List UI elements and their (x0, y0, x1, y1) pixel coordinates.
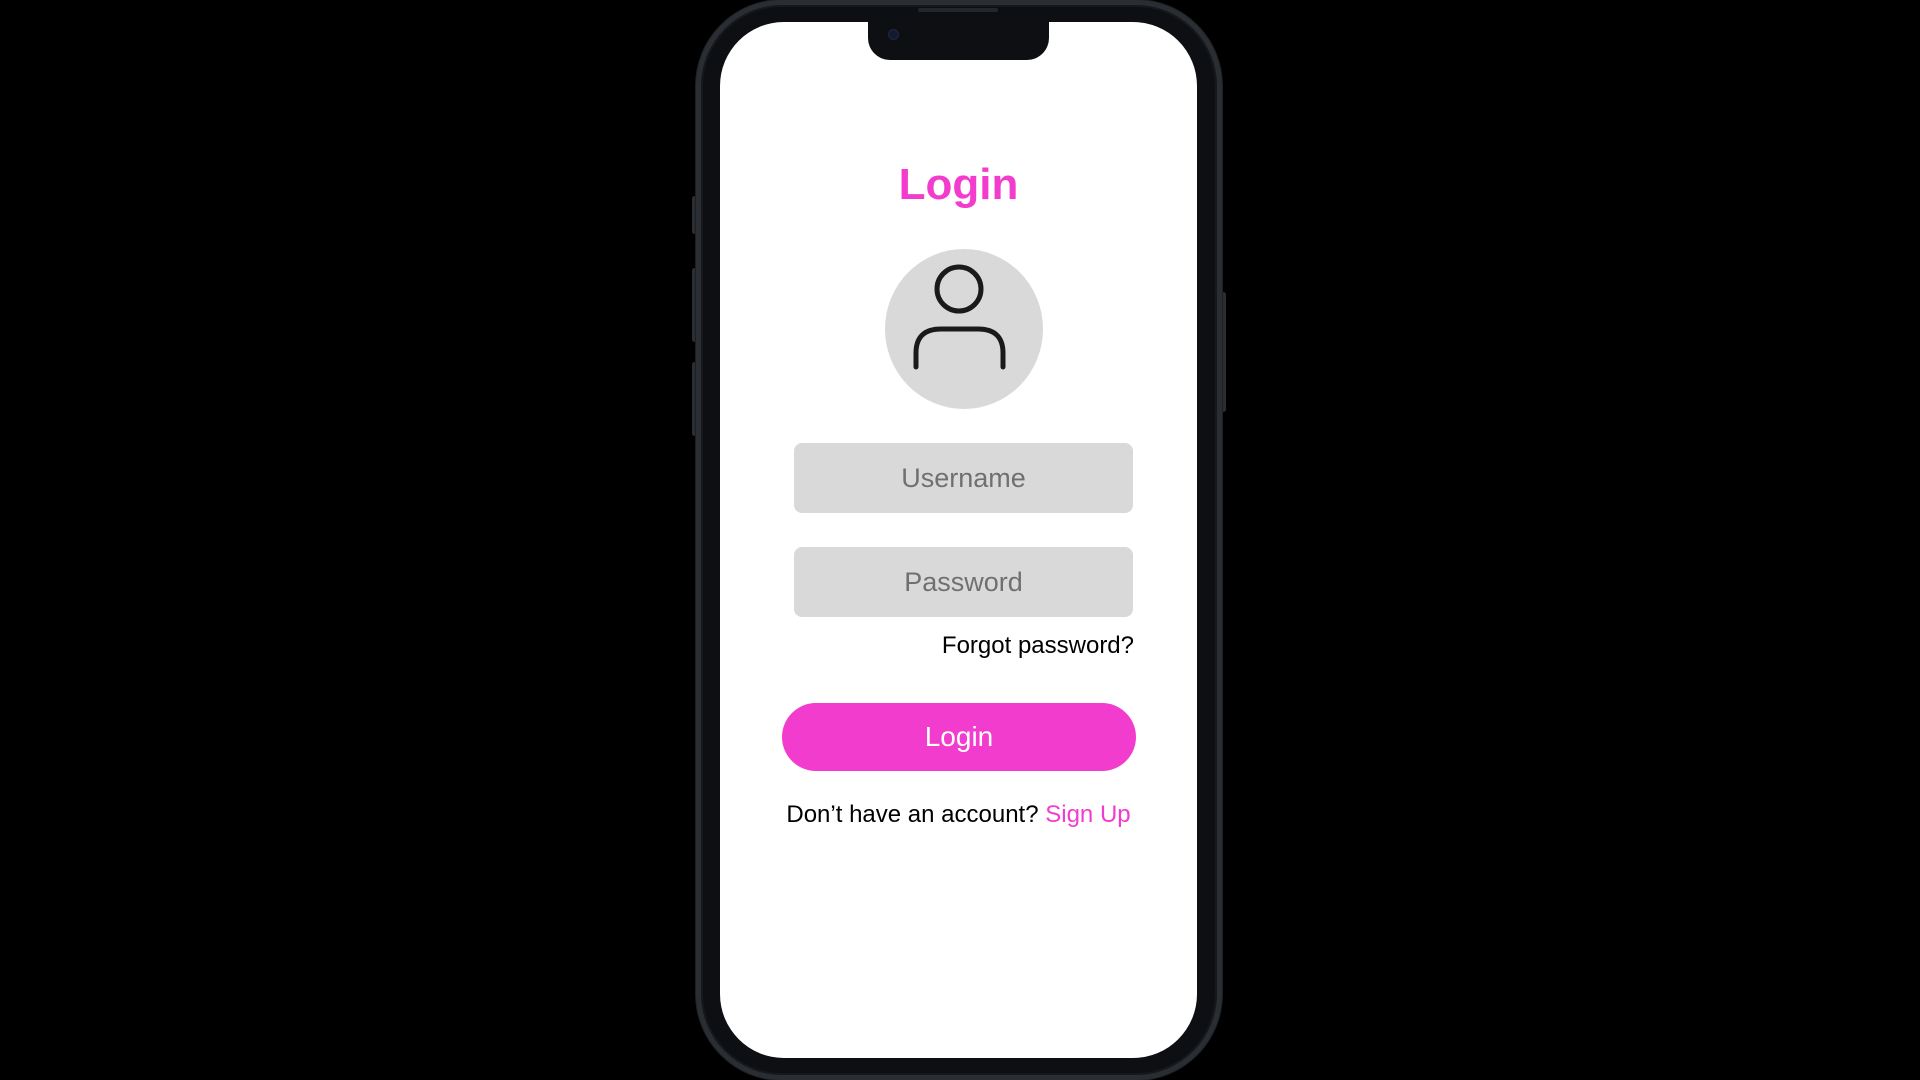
signup-prompt-text: Don’t have an account? (786, 801, 1039, 828)
forgot-password-link[interactable]: Forgot password? (794, 632, 1134, 660)
avatar (885, 249, 1043, 409)
username-input[interactable] (794, 443, 1133, 513)
login-button[interactable]: Login (782, 703, 1136, 771)
camera-icon (888, 29, 899, 40)
password-input[interactable] (794, 547, 1133, 617)
page-title: Login (898, 160, 1019, 209)
speaker-grille (918, 8, 998, 12)
user-outline-icon (913, 264, 1006, 370)
stage: Login Forgot password? Login Don’t have … (0, 0, 1920, 1080)
signup-prompt-line: Don’t have an account? Sign Up (720, 801, 1197, 829)
signup-link[interactable]: Sign Up (1045, 801, 1130, 828)
